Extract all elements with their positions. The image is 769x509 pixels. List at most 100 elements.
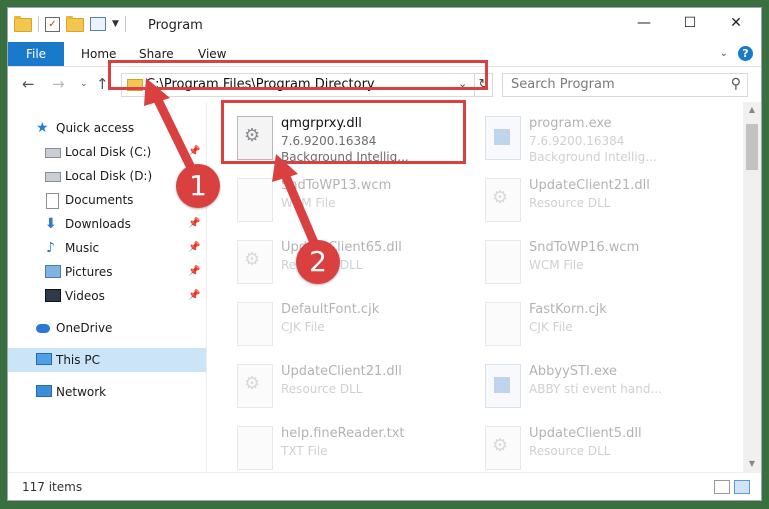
help-icon[interactable]: ? — [738, 46, 753, 61]
pin-icon[interactable]: 📌 — [188, 284, 200, 308]
item-count: 117 items — [22, 480, 83, 494]
title-bar: ✓ ▼ Program — ☐ ✕ — [8, 8, 761, 42]
callout-badge-one: 1 — [176, 164, 220, 208]
file-item[interactable]: UpdateClient5.dll Resource DLL — [479, 418, 719, 472]
file-type: WCM File — [281, 196, 336, 210]
tiles-view-icon[interactable] — [734, 480, 750, 494]
videos-icon — [45, 289, 61, 302]
scroll-down-icon[interactable]: ▼ — [743, 456, 761, 472]
file-name: SndToWP13.wcm — [281, 178, 392, 193]
qat-separator — [124, 16, 126, 32]
window-title: Program — [148, 18, 203, 33]
search-icon[interactable]: ⚲ — [731, 76, 741, 92]
this-pc-icon — [36, 353, 52, 365]
nav-item-label: Music — [65, 241, 100, 255]
ribbon-right: ⌄ ? — [720, 46, 753, 61]
file-name: FastKorn.cjk — [529, 302, 607, 317]
search-box[interactable]: Search Program ⚲ — [502, 73, 748, 97]
file-name: DefaultFont.cjk — [281, 302, 380, 317]
file-description: Background Intellig... — [529, 150, 657, 164]
nav-item-label: Documents — [65, 193, 134, 207]
file-name: UpdateClient21.dll — [529, 178, 650, 193]
nav-item-label: Local Disk (D:) — [65, 169, 153, 183]
nav-item-label: Pictures — [65, 265, 113, 279]
recent-chevron-icon[interactable]: ⌄ — [80, 79, 88, 89]
nav-item-label: This PC — [56, 353, 100, 367]
onedrive-icon — [36, 324, 50, 333]
pin-icon[interactable]: 📌 — [188, 260, 200, 284]
nav-item-music[interactable]: ♪ Music 📌 — [8, 236, 206, 260]
exe-icon — [485, 364, 521, 408]
search-placeholder[interactable]: Search Program — [511, 77, 615, 92]
file-name: SndToWP16.wcm — [529, 240, 640, 255]
exe-icon — [485, 116, 521, 160]
dll-gear-icon — [485, 426, 521, 470]
file-icon — [237, 426, 273, 470]
nav-item-label: Local Disk (C:) — [65, 145, 152, 159]
file-item[interactable]: UpdateClient65.dll Resource DLL — [231, 232, 471, 292]
file-type: CJK File — [529, 320, 573, 334]
new-folder-icon[interactable] — [66, 16, 84, 32]
file-item[interactable]: UpdateClient21.dll Resource DLL — [479, 170, 719, 230]
file-item[interactable]: FastKorn.cjk CJK File — [479, 294, 719, 354]
nav-item-label: Videos — [65, 289, 105, 303]
file-item[interactable]: AbbyySTI.exe ABBY sti event hand... — [479, 356, 719, 416]
file-type: Resource DLL — [529, 444, 611, 458]
file-name: UpdateClient21.dll — [281, 364, 402, 379]
navigation-pane: ★ Quick access Local Disk (C:) 📌 Local D… — [8, 102, 207, 472]
file-item[interactable]: DefaultFont.cjk CJK File — [231, 294, 471, 354]
nav-item-quick-access[interactable]: ★ Quick access — [8, 116, 206, 140]
nav-item-local-disk-c[interactable]: Local Disk (C:) 📌 — [8, 140, 206, 164]
properties-check-icon[interactable]: ✓ — [45, 16, 60, 32]
network-icon — [36, 385, 52, 397]
disk-icon — [45, 148, 61, 158]
nav-item-label: Quick access — [56, 121, 135, 135]
downloads-icon: ⬇ — [45, 216, 57, 232]
file-item[interactable]: help.fineReader.txt TXT File — [231, 418, 471, 472]
music-icon: ♪ — [46, 240, 55, 256]
up-arrow-icon[interactable]: ↑ — [96, 75, 109, 93]
file-item-program-exe[interactable]: program.exe 7.6.9200.16384 Background In… — [479, 108, 719, 168]
file-name: help.fineReader.txt — [281, 426, 405, 441]
file-type: Resource DLL — [281, 382, 363, 396]
file-icon — [485, 302, 521, 346]
scroll-thumb[interactable] — [746, 124, 758, 170]
scroll-up-icon[interactable]: ▲ — [743, 102, 761, 118]
close-button[interactable]: ✕ — [713, 8, 759, 38]
back-arrow-icon[interactable]: ← — [22, 75, 35, 93]
nav-item-downloads[interactable]: ⬇ Downloads 📌 — [8, 212, 206, 236]
dll-gear-icon — [485, 178, 521, 222]
nav-item-label: OneDrive — [56, 321, 113, 335]
file-name: AbbyySTI.exe — [529, 364, 618, 379]
customize-view-icon[interactable] — [90, 17, 106, 31]
chevron-down-icon[interactable]: ▼ — [112, 19, 119, 29]
details-view-icon[interactable] — [714, 480, 730, 494]
nav-item-onedrive[interactable]: OneDrive — [8, 316, 206, 340]
nav-item-videos[interactable]: Videos 📌 — [8, 284, 206, 308]
file-type: ABBY sti event hand... — [529, 382, 662, 396]
quick-access-toolbar: ✓ ▼ — [14, 16, 126, 32]
expand-ribbon-icon[interactable]: ⌄ — [720, 48, 728, 59]
pin-icon[interactable]: 📌 — [188, 212, 200, 236]
tab-file[interactable]: File — [8, 42, 64, 66]
nav-item-pictures[interactable]: Pictures 📌 — [8, 260, 206, 284]
file-type: CJK File — [281, 320, 325, 334]
file-icon — [485, 240, 521, 284]
maximize-button[interactable]: ☐ — [667, 8, 713, 38]
dll-gear-icon — [237, 364, 273, 408]
forward-arrow-icon[interactable]: → — [52, 75, 65, 93]
disk-icon — [45, 172, 61, 182]
star-icon: ★ — [36, 120, 49, 136]
minimize-button[interactable]: — — [621, 8, 667, 38]
file-item[interactable]: SndToWP16.wcm WCM File — [479, 232, 719, 292]
pictures-icon — [45, 265, 61, 278]
file-type: Resource DLL — [529, 196, 611, 210]
file-item[interactable]: UpdateClient21.dll Resource DLL — [231, 356, 471, 416]
file-item[interactable]: SndToWP13.wcm WCM File — [231, 170, 471, 230]
pin-icon[interactable]: 📌 — [188, 140, 200, 164]
pin-icon[interactable]: 📌 — [188, 236, 200, 260]
vertical-scrollbar[interactable]: ▲ ▼ — [743, 102, 761, 472]
address-highlight-box — [108, 60, 488, 90]
nav-item-network[interactable]: Network — [8, 380, 206, 404]
nav-item-this-pc[interactable]: This PC — [8, 348, 206, 372]
